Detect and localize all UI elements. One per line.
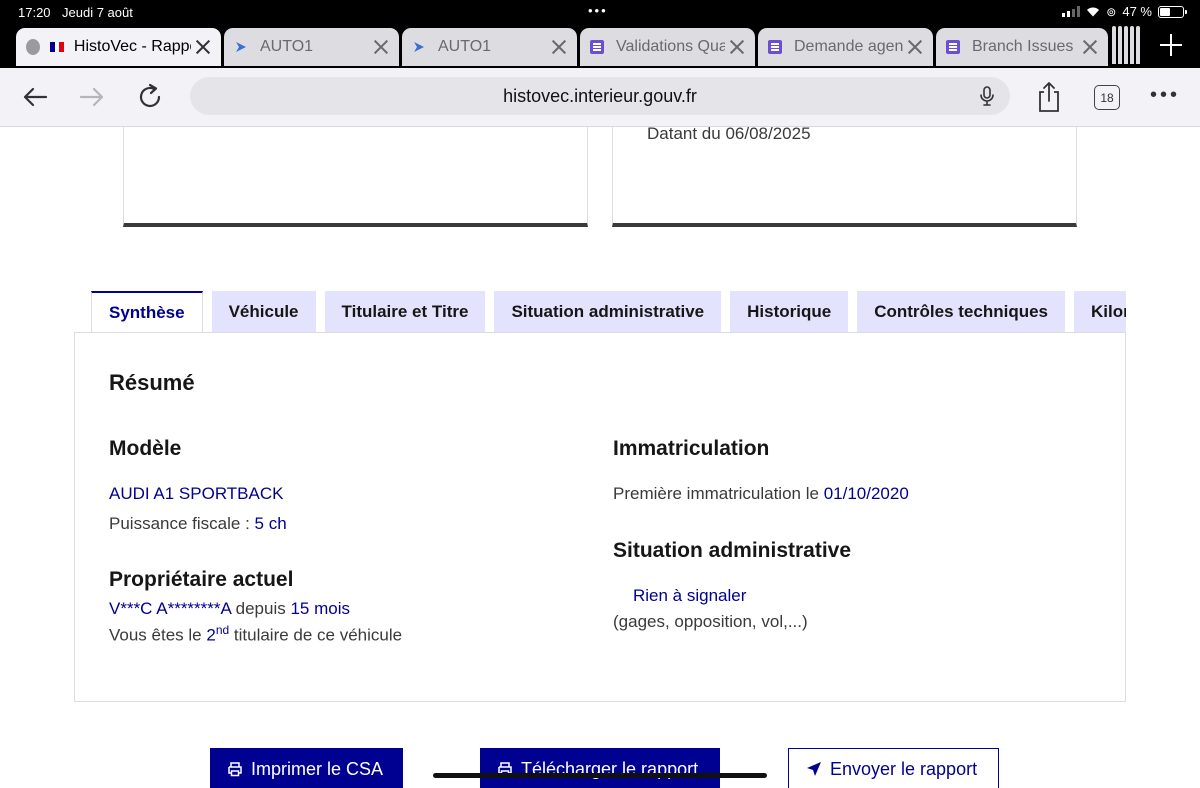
browser-tab-label: HistoVec - Rapport — [73, 38, 191, 55]
download-report-button[interactable]: Télécharger le rapport — [480, 748, 720, 788]
first-registration-date: 01/10/2020 — [823, 484, 909, 503]
registration-heading: Immatriculation — [613, 437, 770, 460]
browser-tab-branch-issues[interactable]: Branch Issues — [936, 28, 1108, 66]
tab-kilometrage[interactable]: Kilométrage — [1074, 291, 1126, 333]
browser-tab-auto1[interactable]: AUTO1 — [402, 28, 577, 66]
tab-vehicule[interactable]: Véhicule — [211, 291, 316, 333]
owner-heading: Propriétaire actuel — [109, 568, 294, 591]
auto1-icon — [412, 40, 426, 54]
home-indicator[interactable] — [433, 773, 767, 778]
document-list-icon — [768, 40, 782, 54]
tab-synthese[interactable]: Synthèse — [91, 291, 203, 333]
send-report-button[interactable]: Envoyer le rapport — [788, 748, 999, 788]
microphone-icon[interactable] — [976, 85, 998, 107]
first-registration-label: Première immatriculation le — [613, 484, 824, 503]
browser-tab-label: Demande agent — [794, 38, 903, 55]
wifi-icon — [1086, 6, 1100, 17]
tab-bar: HistoVec - Rapport AUTO1 AUTO1 Validatio… — [0, 26, 1200, 68]
battery-icon — [1158, 5, 1187, 18]
browser-tab-label: Validations Qualité — [616, 38, 725, 55]
close-tab-icon[interactable] — [195, 39, 211, 55]
orientation-lock-icon: ⊚ — [1106, 4, 1117, 19]
admin-detail: (gages, opposition, vol,...) — [613, 612, 808, 631]
report-date-text: Datant du 06/08/2025 — [647, 127, 811, 143]
owner-name: V***C A********A — [109, 599, 231, 618]
url-text: histovec.interieur.gouv.fr — [503, 85, 697, 106]
send-arrow-icon — [807, 762, 821, 776]
tab-titulaire[interactable]: Titulaire et Titre — [324, 291, 486, 333]
owner-rank-prefix: Vous êtes le — [109, 625, 207, 645]
browser-tab-label: AUTO1 — [438, 38, 492, 55]
browser-toolbar: histovec.interieur.gouv.fr 18 ••• — [0, 68, 1200, 126]
print-csa-button[interactable]: Imprimer le CSA — [210, 748, 403, 788]
report-tabs: Synthèse Véhicule Titulaire et Titre Sit… — [91, 291, 1126, 333]
print-csa-label: Imprimer le CSA — [251, 758, 384, 779]
owner-rank-number: 2 — [206, 625, 216, 645]
close-tab-icon[interactable] — [729, 39, 745, 55]
address-bar[interactable]: histovec.interieur.gouv.fr — [190, 77, 1010, 115]
owner-rank-suffix: titulaire de ce véhicule — [229, 625, 403, 645]
document-list-icon — [946, 40, 960, 54]
fiscal-power: Puissance fiscale : 5 ch — [109, 514, 287, 534]
cellular-signal-icon — [1062, 6, 1081, 17]
browser-tab-demande[interactable]: Demande agent — [758, 28, 933, 66]
fiscal-power-value: 5 ch — [254, 514, 287, 533]
multitasking-dots-icon[interactable]: ••• — [588, 3, 608, 18]
fiscal-power-label: Puissance fiscale : — [109, 514, 255, 533]
owner-rank-suffix-sup: nd — [215, 623, 230, 637]
model-heading: Modèle — [109, 437, 182, 460]
more-options-icon[interactable]: ••• — [1150, 85, 1180, 105]
status-bar: 17:20 Jeudi 7 août ••• ⊚ 47 % — [0, 0, 1200, 26]
french-flag-icon — [49, 42, 64, 52]
browser-tab-auto1[interactable]: AUTO1 — [224, 28, 399, 66]
owner-since-label: depuis — [230, 599, 291, 618]
info-card — [123, 127, 588, 227]
info-card: Datant du 06/08/2025 — [612, 127, 1077, 227]
browser-tab-validations[interactable]: Validations Qualité — [580, 28, 755, 66]
tab-overview-button[interactable]: 18 — [1094, 85, 1120, 110]
first-registration: Première immatriculation le 01/10/2020 — [613, 484, 909, 504]
summary-panel: Résumé Modèle AUDI A1 SPORTBACK Puissanc… — [74, 332, 1126, 702]
stacked-tabs[interactable] — [1112, 26, 1152, 64]
document-list-icon — [590, 40, 604, 54]
owner-rank: Vous êtes le 2nd titulaire de ce véhicul… — [109, 623, 402, 646]
owner-line: V***C A********A depuis 15 mois — [109, 599, 350, 619]
close-tab-icon[interactable] — [551, 39, 567, 55]
globe-icon — [26, 39, 40, 55]
forward-arrow-icon[interactable] — [77, 82, 107, 112]
tab-historique[interactable]: Historique — [730, 291, 849, 333]
close-tab-icon[interactable] — [373, 39, 389, 55]
tab-situation-administrative[interactable]: Situation administrative — [494, 291, 722, 333]
status-right: ⊚ 47 % — [1062, 4, 1187, 19]
close-tab-icon[interactable] — [1082, 39, 1098, 55]
status-time: 17:20 — [18, 5, 51, 20]
browser-tab-histovec[interactable]: HistoVec - Rapport — [16, 28, 221, 66]
browser-chrome: 17:20 Jeudi 7 août ••• ⊚ 47 % HistoVec -… — [0, 0, 1200, 127]
reload-icon[interactable] — [135, 82, 165, 112]
tab-strip: HistoVec - Rapport AUTO1 AUTO1 Validatio… — [16, 28, 1200, 68]
model-name: AUDI A1 SPORTBACK — [109, 484, 284, 503]
summary-title: Résumé — [109, 370, 195, 395]
admin-status: Rien à signaler — [633, 586, 747, 605]
owner-since-value: 15 mois — [290, 599, 350, 618]
tab-controles-techniques[interactable]: Contrôles techniques — [857, 291, 1066, 333]
admin-situation-heading: Situation administrative — [613, 539, 852, 562]
status-date: Jeudi 7 août — [62, 5, 133, 20]
printer-icon — [228, 762, 242, 777]
close-tab-icon[interactable] — [907, 39, 923, 55]
page-content: Datant du 06/08/2025 Synthèse Véhicule T… — [0, 127, 1200, 788]
send-report-label: Envoyer le rapport — [830, 758, 978, 779]
browser-tab-label: AUTO1 — [260, 38, 314, 55]
new-tab-plus-icon[interactable] — [1160, 34, 1182, 56]
auto1-icon — [234, 40, 248, 54]
back-arrow-icon[interactable] — [20, 82, 50, 112]
battery-percent: 47 % — [1122, 4, 1152, 19]
browser-tab-label: Branch Issues — [972, 38, 1074, 55]
share-icon[interactable] — [1036, 81, 1062, 113]
